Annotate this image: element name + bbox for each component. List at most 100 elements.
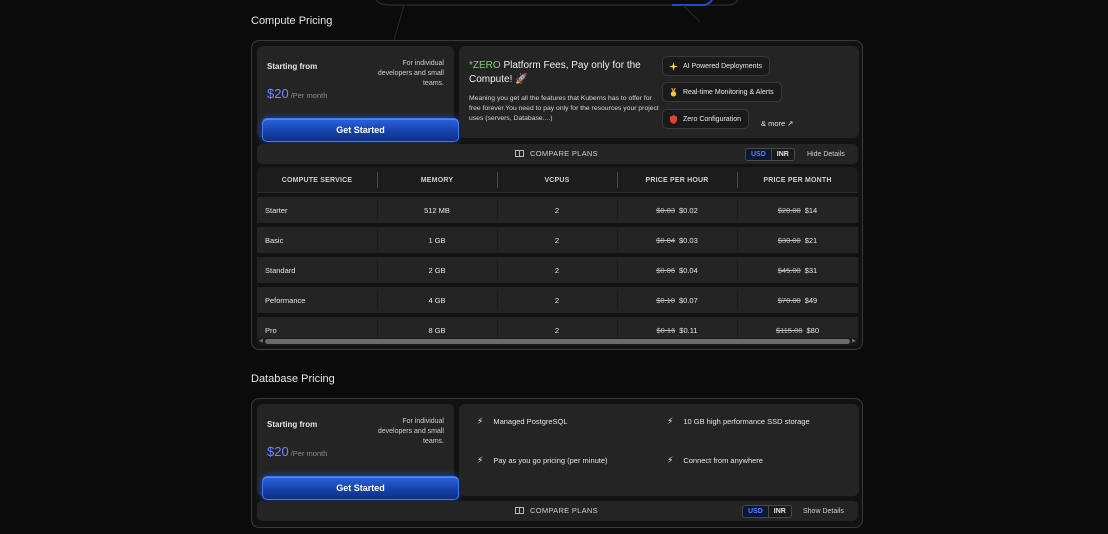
price-period: /Per month — [290, 91, 328, 100]
old-price: $0.16 — [656, 325, 676, 335]
get-started-button[interactable]: Get Started — [262, 118, 459, 142]
starting-from-label: Starting from — [267, 420, 318, 429]
lightning-icon: ⚡︎ — [667, 455, 674, 465]
cell-price-month: $20.00 $14 — [737, 197, 858, 223]
new-price: $0.11 — [679, 325, 698, 335]
currency-toggle: USD INR — [745, 148, 795, 161]
cell-memory: 2 GB — [428, 265, 446, 275]
compute-pricing-panel: Starting from For individual developers … — [251, 40, 863, 350]
new-price: $31 — [804, 265, 818, 275]
old-price: $30.00 — [777, 235, 801, 245]
feature-label: Managed PostgreSQL — [493, 417, 568, 426]
cell-vcpus: 2 — [554, 265, 560, 275]
compute-price-card: Starting from For individual developers … — [257, 46, 459, 142]
price-period: /Per month — [290, 449, 328, 458]
old-price: $0.06 — [656, 265, 675, 275]
old-price: $0.10 — [656, 295, 675, 305]
database-pricing-panel: Starting from For individual developers … — [251, 398, 863, 528]
lightning-icon: ⚡︎ — [477, 416, 484, 426]
feature-item: ⚡︎ Managed PostgreSQL — [477, 416, 568, 427]
cell-price-month: $45.00 $31 — [737, 257, 858, 283]
lightning-icon: ⚡︎ — [667, 416, 674, 426]
database-features-card: ⚡︎ Managed PostgreSQL ⚡︎ 10 GB high perf… — [459, 404, 859, 496]
starting-price: $20/Per month — [267, 86, 327, 101]
header-vcpus: VCPUS — [544, 176, 570, 184]
chip-ai-deployments: AI Powered Deployments — [662, 56, 770, 76]
new-price: $0.07 — [679, 295, 698, 305]
table-header: COMPUTE SERVICE MEMORY VCPUS PRICE PER H… — [257, 167, 858, 193]
feature-item: ⚡︎ Connect from anywhere — [667, 455, 763, 466]
currency-usd-option[interactable]: USD — [743, 506, 769, 517]
feature-label: Pay as you go pricing (per minute) — [493, 456, 608, 465]
new-price: $0.02 — [679, 205, 698, 215]
shield-icon — [669, 114, 678, 124]
cell-price-hour: $0.03 $0.02 — [617, 197, 737, 223]
audience-text: For individual developers and small team… — [377, 60, 444, 87]
scrollbar-thumb[interactable] — [265, 339, 850, 344]
compare-plans-toggle[interactable]: COMPARE PLANS — [515, 506, 598, 515]
table-row: Starter 512 MB 2 $0.03 $0.02 $20.00 $14 — [257, 197, 858, 223]
header-price-per-month: PRICE PER MONTH — [763, 176, 832, 184]
cell-vcpus: 2 — [554, 295, 560, 305]
old-price: $45.00 — [777, 265, 801, 275]
cell-price-hour: $0.10 $0.07 — [617, 287, 737, 313]
feature-item: ⚡︎ Pay as you go pricing (per minute) — [477, 455, 608, 466]
columns-icon — [515, 507, 524, 514]
new-price: $49 — [804, 295, 818, 305]
lightning-icon: ⚡︎ — [477, 455, 484, 465]
cell-service: Starter — [265, 205, 288, 215]
audience-text: For individual developers and small team… — [377, 418, 444, 445]
zero-fees-description: Meaning you get all the features that Ku… — [469, 95, 659, 122]
top-decoration — [375, 0, 739, 40]
old-price: $70.00 — [777, 295, 801, 305]
old-price: $0.04 — [656, 235, 675, 245]
get-started-button[interactable]: Get Started — [262, 476, 459, 500]
compute-plans-table: COMPUTE SERVICE MEMORY VCPUS PRICE PER H… — [257, 167, 858, 345]
currency-usd-option[interactable]: USD — [746, 149, 772, 160]
chip-monitoring: Real-time Monitoring & Alerts — [662, 82, 782, 102]
chip-label: AI Powered Deployments — [683, 62, 762, 70]
old-price: $115.00 — [775, 325, 803, 335]
compare-plans-bar: COMPARE PLANS USD INR Hide Details — [257, 144, 858, 164]
columns-icon — [515, 150, 524, 157]
new-price: $21 — [804, 235, 818, 245]
medal-icon — [669, 87, 678, 97]
show-details-link[interactable]: Show Details — [803, 508, 844, 515]
old-price: $0.03 — [656, 205, 675, 215]
price-value: $20 — [267, 86, 289, 101]
chip-label: Real-time Monitoring & Alerts — [683, 88, 774, 96]
cell-memory: 1 GB — [428, 235, 446, 245]
sparkle-icon — [669, 61, 678, 71]
chip-zero-config: Zero Configuration — [662, 109, 749, 129]
cell-vcpus: 2 — [554, 235, 560, 245]
zero-highlight: *ZERO — [469, 60, 501, 71]
cell-price-hour: $0.04 $0.03 — [617, 227, 737, 253]
starting-price: $20/Per month — [267, 444, 327, 459]
cell-price-month: $30.00 $21 — [737, 227, 858, 253]
currency-inr-option[interactable]: INR — [768, 506, 791, 517]
cell-service: Basic — [265, 235, 284, 245]
new-price: $14 — [804, 205, 818, 215]
table-row: Standard 2 GB 2 $0.06 $0.04 $45.00 $31 — [257, 257, 858, 283]
chip-label: Zero Configuration — [683, 115, 741, 123]
new-price: $80 — [806, 325, 820, 335]
database-pricing-title: Database Pricing — [251, 373, 335, 385]
more-features-link[interactable]: & more ↗ — [761, 119, 794, 128]
compare-plans-bar: COMPARE PLANS USD INR Show Details — [257, 501, 858, 521]
price-value: $20 — [267, 444, 289, 459]
compare-plans-label: COMPARE PLANS — [530, 506, 598, 515]
compare-plans-toggle[interactable]: COMPARE PLANS — [515, 149, 598, 158]
cell-vcpus: 2 — [554, 205, 560, 215]
currency-toggle: USD INR — [742, 505, 792, 518]
zero-fees-headline: *ZERO Platform Fees, Pay only for the Co… — [469, 59, 659, 87]
hide-details-link[interactable]: Hide Details — [807, 151, 845, 158]
scroll-right-icon[interactable]: ▶ — [852, 338, 856, 345]
compare-plans-label: COMPARE PLANS — [530, 149, 598, 158]
zero-fees-card: *ZERO Platform Fees, Pay only for the Co… — [459, 46, 859, 138]
currency-inr-option[interactable]: INR — [771, 149, 794, 160]
table-horizontal-scrollbar[interactable]: ◀ ▶ — [257, 338, 858, 345]
feature-item: ⚡︎ 10 GB high performance SSD storage — [667, 416, 810, 427]
scroll-left-icon[interactable]: ◀ — [259, 338, 263, 345]
cell-memory: 512 MB — [424, 205, 450, 215]
cell-service: Peformance — [265, 295, 306, 305]
